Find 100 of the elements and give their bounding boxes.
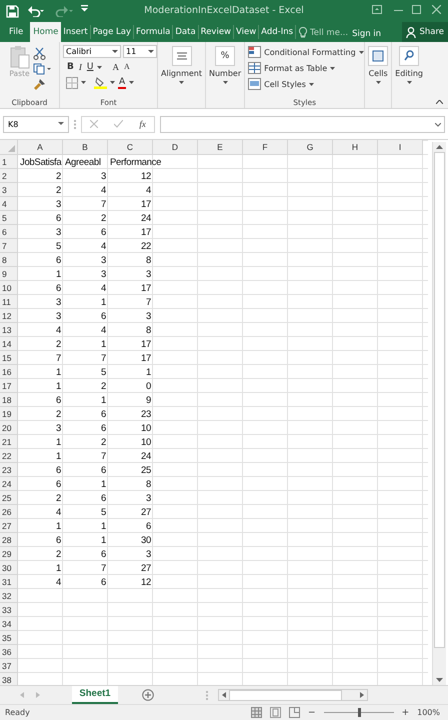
scissors-icon[interactable] <box>32 47 46 60</box>
font-size-field[interactable]: 11 <box>123 45 157 58</box>
column-header[interactable]: E <box>198 140 243 155</box>
column-header[interactable]: G <box>288 140 333 155</box>
undo-icon[interactable] <box>27 5 45 17</box>
sheet-tab[interactable]: Sheet1 <box>72 686 118 704</box>
name-box[interactable]: K8 <box>3 116 69 132</box>
row-header[interactable]: 19 <box>0 407 18 421</box>
alignment-button[interactable]: Alignment <box>160 46 203 84</box>
italic-button[interactable]: I <box>78 61 83 73</box>
row-header[interactable]: 5 <box>0 211 18 225</box>
scroll-left-icon[interactable] <box>222 692 226 698</box>
insert-function-button[interactable]: fx <box>139 119 146 129</box>
row-header[interactable]: 1 <box>0 155 18 169</box>
customize-icon[interactable] <box>81 5 88 12</box>
row-header[interactable]: 13 <box>0 323 18 337</box>
column-header[interactable]: A <box>18 140 63 155</box>
row-header[interactable]: 3 <box>0 183 18 197</box>
row-header[interactable]: 10 <box>0 281 18 295</box>
row-header[interactable]: 28 <box>0 533 18 547</box>
row-header[interactable]: 37 <box>0 659 18 673</box>
ribbon-display-icon[interactable] <box>372 5 382 14</box>
column-header[interactable]: C <box>108 140 153 155</box>
editing-button[interactable]: Editing <box>394 46 424 84</box>
row-header[interactable]: 22 <box>0 449 18 463</box>
enter-icon[interactable] <box>114 120 124 128</box>
caret-icon[interactable] <box>129 81 134 84</box>
row-header[interactable]: 4 <box>0 197 18 211</box>
ribbon-tab[interactable]: Review <box>198 25 234 39</box>
slider-thumb[interactable] <box>358 708 361 717</box>
row-header[interactable]: 24 <box>0 477 18 491</box>
copy-icon[interactable] <box>32 63 50 75</box>
row-header[interactable]: 34 <box>0 617 18 631</box>
row-header[interactable]: 38 <box>0 673 18 685</box>
normal-view-icon[interactable] <box>251 707 262 718</box>
zoom-level[interactable]: 100% <box>417 708 440 717</box>
scroll-right-icon[interactable] <box>360 692 364 698</box>
shrink-font-button[interactable]: A <box>122 61 131 73</box>
grow-font-button[interactable]: A <box>111 61 120 73</box>
row-header[interactable]: 35 <box>0 631 18 645</box>
page-layout-icon[interactable] <box>270 707 282 718</box>
ribbon-tab[interactable]: View <box>234 25 260 39</box>
conditional-formatting-button[interactable]: Conditional Formatting <box>248 45 364 59</box>
horizontal-scrollbar[interactable] <box>218 689 368 701</box>
redo-icon[interactable] <box>55 5 73 17</box>
ribbon-tab[interactable]: Page Lay <box>90 25 134 39</box>
share-button[interactable]: Share <box>402 22 448 42</box>
ribbon-tab[interactable]: Data <box>173 25 199 39</box>
ribbon-tab[interactable]: Add-Ins <box>259 25 296 39</box>
row-header[interactable]: 15 <box>0 351 18 365</box>
row-header[interactable]: 14 <box>0 337 18 351</box>
row-header[interactable]: 30 <box>0 561 18 575</box>
scroll-down-icon[interactable] <box>436 678 443 682</box>
ribbon-tab[interactable]: File <box>2 25 30 39</box>
close-icon[interactable] <box>432 5 441 14</box>
cells-button[interactable]: Cells <box>367 46 390 84</box>
row-header[interactable]: 23 <box>0 463 18 477</box>
expand-icon[interactable] <box>435 122 441 126</box>
maximize-icon[interactable] <box>412 5 421 14</box>
row-header[interactable]: 2 <box>0 169 18 183</box>
bold-button[interactable]: B <box>66 61 75 73</box>
font-color-button[interactable]: A <box>118 76 126 88</box>
row-header[interactable]: 31 <box>0 575 18 589</box>
column-header[interactable]: I <box>378 140 423 155</box>
row-header[interactable]: 29 <box>0 547 18 561</box>
vertical-scrollbar[interactable] <box>432 142 446 685</box>
row-header[interactable]: 33 <box>0 603 18 617</box>
row-header[interactable]: 8 <box>0 253 18 267</box>
cancel-icon[interactable] <box>90 120 98 128</box>
tell-me-field[interactable]: Tell me... <box>310 28 348 38</box>
caret-icon[interactable] <box>110 81 115 84</box>
caret-icon[interactable] <box>81 81 86 84</box>
number-button[interactable]: % Number <box>208 46 242 84</box>
column-header[interactable]: F <box>243 140 288 155</box>
scroll-up-icon[interactable] <box>436 145 443 149</box>
row-header[interactable]: 20 <box>0 421 18 435</box>
row-header[interactable]: 27 <box>0 519 18 533</box>
scroll-thumb[interactable] <box>434 152 445 648</box>
formula-field[interactable] <box>160 116 445 132</box>
ribbon-tab[interactable]: Formula <box>134 25 174 39</box>
row-header[interactable]: 12 <box>0 309 18 323</box>
format-as-table-button[interactable]: Format as Table <box>248 61 364 75</box>
row-header[interactable]: 36 <box>0 645 18 659</box>
row-header[interactable]: 17 <box>0 379 18 393</box>
page-break-icon[interactable] <box>289 707 300 718</box>
column-header[interactable]: B <box>63 140 108 155</box>
row-header[interactable]: 26 <box>0 505 18 519</box>
row-header[interactable]: 9 <box>0 267 18 281</box>
column-header[interactable]: D <box>153 140 198 155</box>
caret-icon[interactable] <box>97 66 102 68</box>
row-header[interactable]: 6 <box>0 225 18 239</box>
brush-icon[interactable] <box>32 78 46 91</box>
ribbon-tab[interactable]: Insert <box>61 25 91 39</box>
row-header[interactable]: 25 <box>0 491 18 505</box>
scroll-thumb[interactable] <box>229 690 342 700</box>
cell-styles-button[interactable]: Cell Styles <box>248 77 364 91</box>
row-header[interactable]: 11 <box>0 295 18 309</box>
zoom-in-button[interactable]: + <box>402 708 410 718</box>
column-header[interactable]: H <box>333 140 378 155</box>
font-name-field[interactable]: Calibri <box>63 45 121 58</box>
